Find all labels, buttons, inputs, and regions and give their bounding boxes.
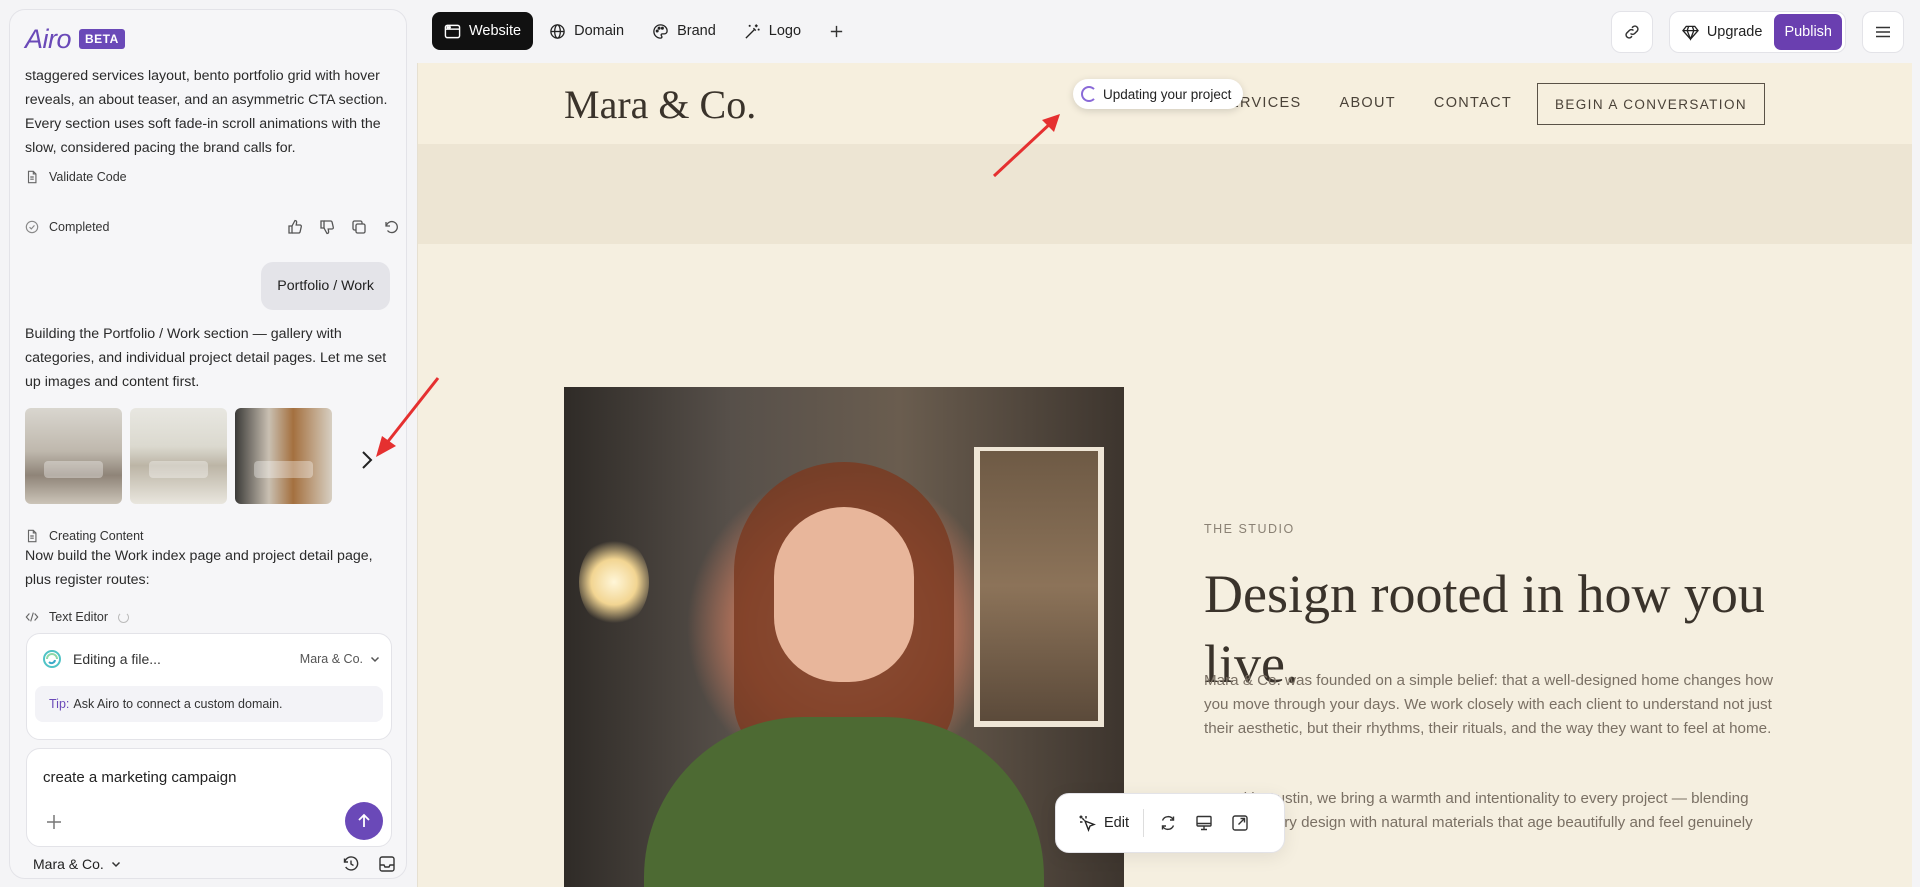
history-icon[interactable]: [342, 855, 360, 873]
assistant-message: Building the Portfolio / Work section — …: [25, 326, 387, 390]
brand-header: Airo BETA: [25, 24, 125, 54]
tab-label: Domain: [574, 23, 625, 39]
tab-website[interactable]: Website: [432, 12, 534, 50]
site-nav: SERVICES ABOUT CONTACT: [1218, 95, 1512, 111]
carousel-thumbnail[interactable]: [130, 408, 227, 504]
chat-input[interactable]: [43, 769, 373, 786]
tab-label: Brand: [677, 23, 716, 39]
upgrade-publish-group: Upgrade Publish: [1668, 11, 1846, 53]
file-icon: [27, 529, 37, 543]
edit-button[interactable]: Edit: [1078, 814, 1129, 832]
tab-label: Logo: [768, 23, 802, 39]
project-dropdown-label: Mara & Co.: [299, 652, 363, 666]
site-preview: Mara & Co. SERVICES ABOUT CONTACT BEGIN …: [417, 63, 1912, 887]
project-switcher[interactable]: Mara & Co.: [33, 856, 122, 872]
site-nav-about[interactable]: ABOUT: [1339, 95, 1395, 111]
tab-brand[interactable]: Brand: [640, 12, 728, 50]
upgrade-button[interactable]: Upgrade: [1681, 24, 1763, 41]
browser-icon: [444, 24, 461, 38]
updating-label: Updating your project: [1103, 86, 1232, 102]
user-message: Portfolio / Work: [261, 262, 390, 310]
tool-step-label: Validate Code: [49, 170, 127, 184]
globe-icon: [550, 23, 565, 39]
tool-step-validate: Validate Code: [25, 170, 127, 184]
tip-label: Tip:: [49, 697, 70, 711]
project-dropdown[interactable]: Mara & Co.: [300, 652, 381, 666]
loading-spinner-icon: [1081, 86, 1097, 102]
completed-label: Completed: [49, 220, 110, 234]
section-eyebrow: THE STUDIO: [1204, 522, 1295, 536]
completed-row: Completed: [25, 216, 400, 238]
palette-icon: [653, 23, 668, 39]
hamburger-icon: [1876, 26, 1890, 38]
file-icon: [27, 170, 37, 184]
preview-toolbar: Edit: [1055, 793, 1285, 853]
add-tab-button[interactable]: [817, 12, 855, 50]
magic-wand-icon: [745, 23, 760, 39]
copy-icon[interactable]: [350, 218, 368, 236]
loading-spinner-icon: [118, 611, 130, 623]
carousel-thumbnail[interactable]: [25, 408, 122, 504]
send-button[interactable]: [345, 802, 383, 840]
tip-text: Ask Airo to connect a custom domain.: [73, 697, 283, 711]
panel-footer: Mara & Co.: [10, 850, 406, 878]
hero-band: [418, 144, 1912, 244]
chevron-down-icon: [370, 656, 380, 663]
plus-icon: [830, 25, 842, 37]
carousel-thumbnail[interactable]: [235, 408, 332, 504]
menu-button[interactable]: [1862, 11, 1904, 53]
chat-panel: Airo BETA staggered services layout, ben…: [9, 9, 407, 879]
project-switcher-label: Mara & Co.: [33, 856, 104, 872]
undo-icon[interactable]: [382, 218, 400, 236]
status-card: Editing a file... Mara & Co. Tip: Ask Ai…: [26, 633, 392, 740]
studio-portrait-image: [564, 387, 1124, 887]
share-link-button[interactable]: [1610, 11, 1653, 53]
plus-icon[interactable]: [43, 811, 65, 833]
publish-button[interactable]: Publish: [1774, 14, 1842, 50]
tool-step-creating: Creating Content: [25, 529, 144, 543]
section-paragraph: Based in Austin, we bring a warmth and i…: [1204, 790, 1753, 831]
tab-domain[interactable]: Domain: [537, 12, 636, 50]
external-link-icon[interactable]: [1230, 813, 1250, 833]
tool-step-label: Text Editor: [49, 610, 109, 624]
assistant-message: staggered services layout, bento portfol…: [25, 68, 388, 156]
tab-label: Website: [469, 23, 522, 39]
inbox-icon[interactable]: [378, 855, 396, 873]
site-nav-contact[interactable]: CONTACT: [1434, 95, 1512, 111]
begin-conversation-button[interactable]: BEGIN A CONVERSATION: [1537, 83, 1765, 125]
diamond-icon: [1681, 25, 1699, 41]
beta-badge: BETA: [79, 29, 125, 49]
chevron-right-icon[interactable]: [355, 448, 379, 472]
link-icon: [1625, 25, 1639, 39]
refresh-icon[interactable]: [1158, 813, 1178, 833]
edit-label: Edit: [1104, 815, 1129, 831]
desktop-icon[interactable]: [1194, 813, 1214, 833]
top-tabs: Website Domain Brand Logo: [432, 12, 855, 50]
image-carousel: [25, 408, 340, 504]
tool-step-text-editor: Text Editor: [25, 610, 130, 624]
airo-swirl-icon: [43, 650, 61, 668]
code-icon: [25, 612, 39, 622]
top-actions: Upgrade Publish: [1610, 11, 1904, 53]
tip-box: Tip: Ask Airo to connect a custom domain…: [35, 686, 383, 722]
tool-step-label: Creating Content: [49, 529, 144, 543]
site-logo[interactable]: Mara & Co.: [564, 81, 756, 128]
updating-indicator: Updating your project: [1073, 79, 1244, 109]
airo-logo: Airo: [25, 23, 72, 54]
cursor-sparkle-icon: [1079, 815, 1096, 832]
upgrade-label: Upgrade: [1706, 24, 1763, 40]
thumbs-up-icon[interactable]: [286, 218, 304, 236]
thumbs-down-icon[interactable]: [318, 218, 336, 236]
assistant-message: Now build the Work index page and projec…: [25, 548, 373, 588]
check-circle-icon: [25, 220, 39, 234]
status-title: Editing a file...: [73, 651, 161, 667]
tab-logo[interactable]: Logo: [732, 12, 813, 50]
chevron-down-icon: [111, 861, 120, 868]
section-paragraph: Mara & Co. was founded on a simple belie…: [1204, 672, 1774, 737]
chat-composer: [26, 748, 392, 847]
arrow-up-icon: [358, 813, 370, 827]
